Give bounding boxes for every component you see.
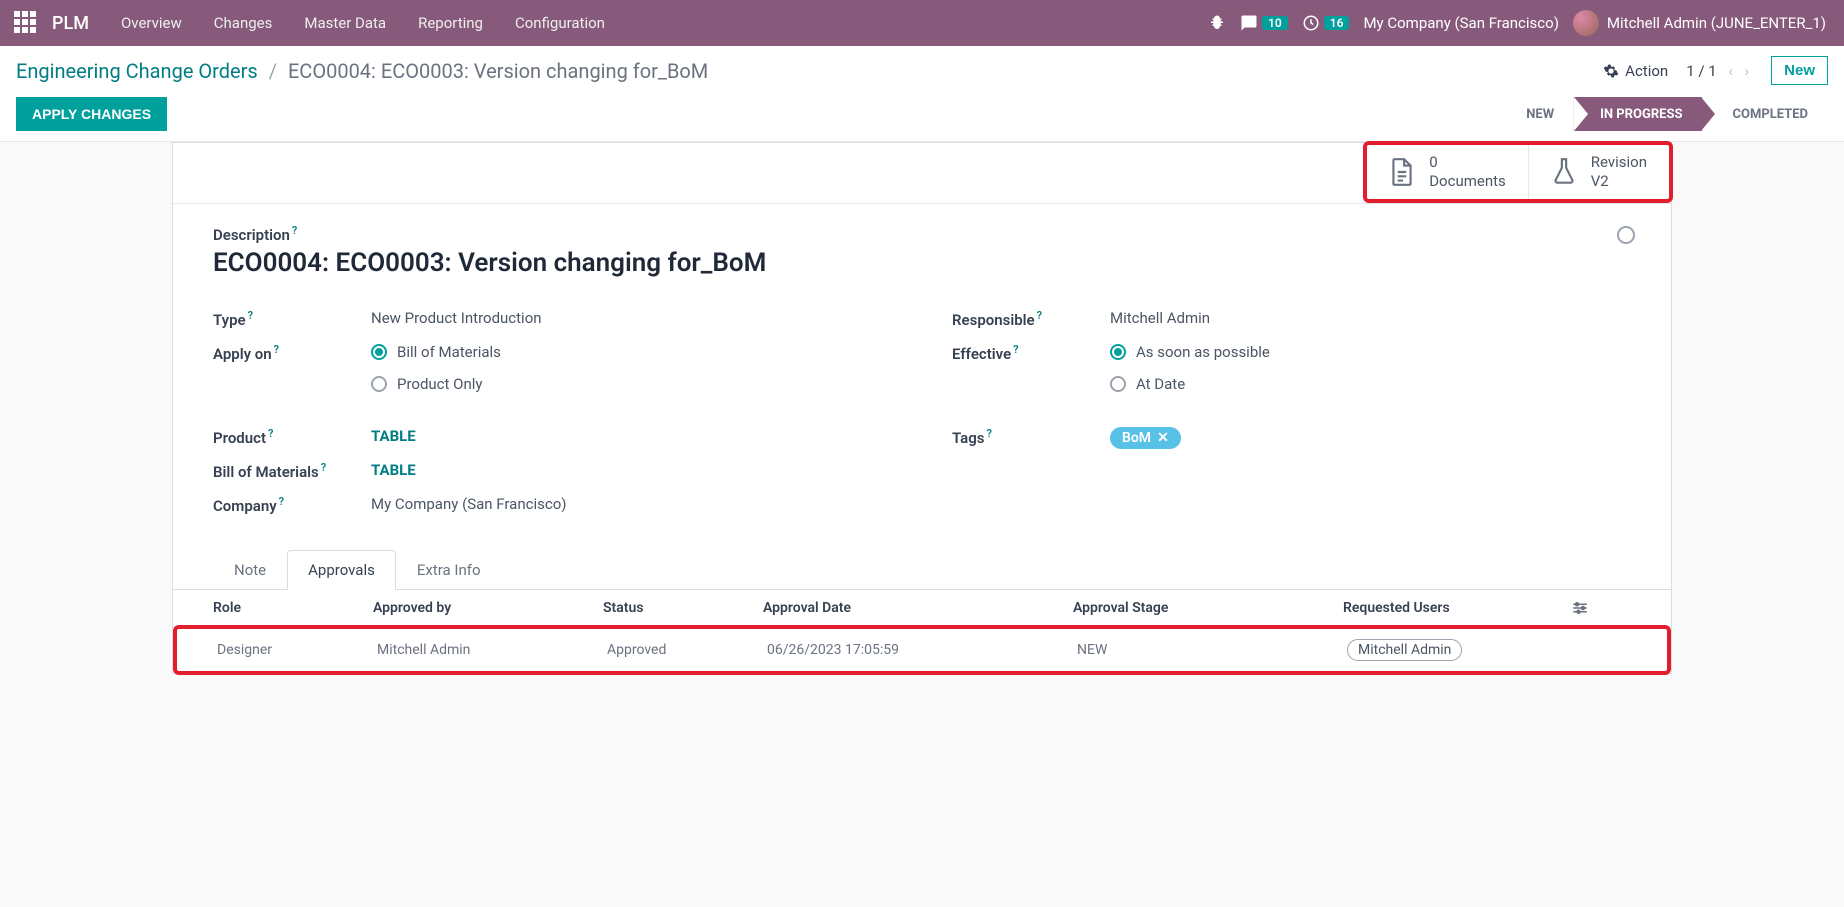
table-row[interactable]: Designer Mitchell Admin Approved 06/26/2… (177, 629, 1667, 671)
cell-status: Approved (607, 642, 767, 658)
type-value[interactable]: New Product Introduction (371, 309, 542, 327)
file-icon (1389, 157, 1415, 187)
user-name: Mitchell Admin (JUNE_ENTER_1) (1607, 14, 1826, 32)
revision-button[interactable]: Revision V2 (1528, 145, 1669, 199)
user-menu[interactable]: Mitchell Admin (JUNE_ENTER_1) (1573, 10, 1826, 36)
help-icon[interactable]: ? (1037, 309, 1042, 322)
help-icon[interactable]: ? (248, 309, 253, 322)
messages-button[interactable]: 10 (1240, 14, 1288, 32)
help-icon[interactable]: ? (279, 495, 284, 508)
apply-changes-button[interactable]: APPLY CHANGES (16, 97, 167, 131)
stage-new[interactable]: NEW (1500, 97, 1574, 131)
record-title[interactable]: ECO0004: ECO0003: Version changing for_B… (213, 248, 1631, 278)
help-icon[interactable]: ? (274, 343, 279, 356)
cell-stage: NEW (1077, 642, 1347, 658)
breadcrumb-current: ECO0004: ECO0003: Version changing for_B… (288, 59, 708, 83)
nav-reporting[interactable]: Reporting (404, 4, 497, 42)
radio-icon (1110, 376, 1126, 392)
stat-buttons-highlight: 0 Documents Revision V2 (1363, 141, 1673, 203)
approval-row-highlight: Designer Mitchell Admin Approved 06/26/2… (173, 625, 1671, 675)
help-icon[interactable]: ? (321, 461, 326, 474)
radio-icon (371, 344, 387, 360)
tag-bom[interactable]: BoM✕ (1110, 427, 1181, 449)
app-brand: PLM (52, 13, 89, 34)
debug-icon[interactable] (1208, 14, 1226, 32)
table-header: Role Approved by Status Approval Date Ap… (173, 590, 1671, 627)
cell-requested: Mitchell Admin (1347, 639, 1567, 661)
description-label: Description? (213, 224, 1631, 244)
breadcrumb: Engineering Change Orders / ECO0004: ECO… (16, 59, 708, 83)
cell-date: 06/26/2023 17:05:59 (767, 642, 1077, 658)
activities-badge: 16 (1324, 16, 1350, 30)
apply-on-bom-radio[interactable]: Bill of Materials (371, 343, 501, 361)
responsible-value[interactable]: Mitchell Admin (1110, 309, 1210, 327)
pager-arrows[interactable]: ‹ › (1728, 62, 1753, 80)
flask-icon (1551, 157, 1577, 187)
nav-menu: Overview Changes Master Data Reporting C… (107, 4, 619, 42)
radio-icon (371, 376, 387, 392)
nav-master-data[interactable]: Master Data (290, 4, 400, 42)
columns-config-icon[interactable] (1571, 601, 1631, 615)
nav-changes[interactable]: Changes (200, 4, 287, 42)
messages-badge: 10 (1262, 16, 1288, 30)
cell-approved-by: Mitchell Admin (377, 642, 607, 658)
help-icon[interactable]: ? (268, 427, 273, 440)
cell-role: Designer (217, 642, 377, 658)
activities-button[interactable]: 16 (1302, 14, 1350, 32)
nav-overview[interactable]: Overview (107, 4, 196, 42)
documents-button[interactable]: 0 Documents (1367, 145, 1528, 199)
help-icon[interactable]: ? (987, 427, 992, 440)
control-bar: Engineering Change Orders / ECO0004: ECO… (0, 46, 1844, 91)
action-menu[interactable]: Action (1603, 62, 1668, 80)
product-link[interactable]: TABLE (371, 427, 416, 445)
effective-asap-radio[interactable]: As soon as possible (1110, 343, 1270, 361)
help-icon[interactable]: ? (1013, 343, 1018, 356)
nav-configuration[interactable]: Configuration (501, 4, 619, 42)
tag-remove-icon[interactable]: ✕ (1157, 430, 1169, 446)
new-button[interactable]: New (1771, 56, 1828, 85)
company-value[interactable]: My Company (San Francisco) (371, 495, 566, 513)
avatar-icon (1573, 10, 1599, 36)
bom-link[interactable]: TABLE (371, 461, 416, 479)
stage-flow: NEW IN PROGRESS COMPLETED (1500, 97, 1828, 131)
pager: 1 / 1 ‹ › (1686, 62, 1753, 80)
stage-completed[interactable]: COMPLETED (1702, 97, 1828, 131)
help-icon[interactable]: ? (292, 224, 297, 237)
form-sheet: 0 Documents Revision V2 Descr (172, 142, 1672, 674)
company-selector[interactable]: My Company (San Francisco) (1363, 14, 1558, 32)
apps-grid-icon[interactable] (14, 11, 38, 35)
breadcrumb-root[interactable]: Engineering Change Orders (16, 59, 258, 83)
stage-in-progress[interactable]: IN PROGRESS (1574, 97, 1702, 131)
tab-approvals[interactable]: Approvals (287, 550, 396, 590)
tab-note[interactable]: Note (213, 550, 287, 590)
effective-at-date-radio[interactable]: At Date (1110, 375, 1270, 393)
gear-icon (1603, 63, 1619, 79)
apply-on-product-radio[interactable]: Product Only (371, 375, 501, 393)
tab-extra-info[interactable]: Extra Info (396, 550, 502, 590)
radio-icon (1110, 344, 1126, 360)
approvals-table: Role Approved by Status Approval Date Ap… (173, 590, 1671, 675)
priority-indicator[interactable] (1617, 226, 1635, 244)
notebook-tabs: Note Approvals Extra Info (173, 550, 1671, 590)
top-navbar: PLM Overview Changes Master Data Reporti… (0, 0, 1844, 46)
status-bar: APPLY CHANGES NEW IN PROGRESS COMPLETED (0, 91, 1844, 142)
